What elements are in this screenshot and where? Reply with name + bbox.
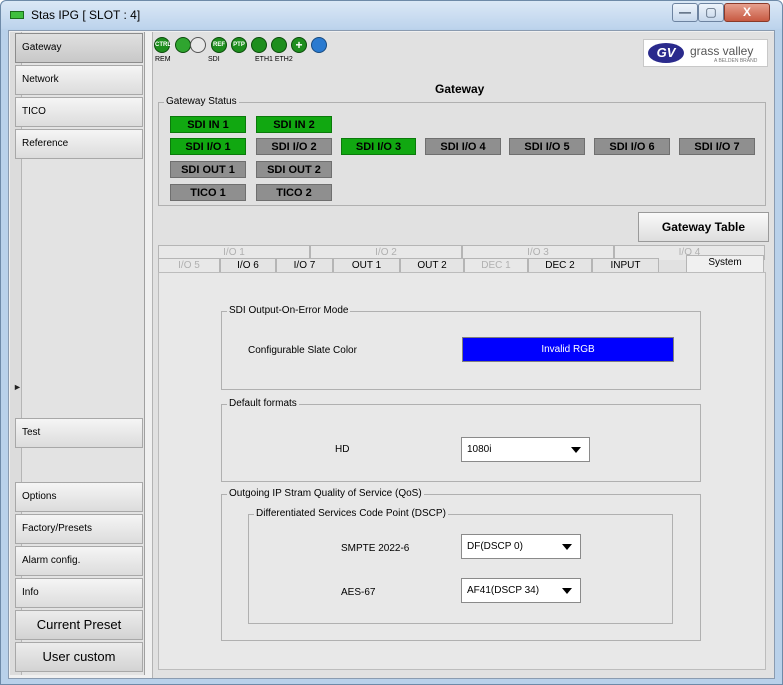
sdi-io-3-indicator: SDI I/O 3: [341, 138, 416, 155]
aes-67-select[interactable]: AF41(DSCP 34): [461, 578, 581, 603]
sdi-label: SDI: [208, 56, 220, 63]
sdi-io-7-indicator: SDI I/O 7: [679, 138, 755, 155]
smpte-2022-6-select[interactable]: DF(DSCP 0): [461, 534, 581, 559]
sdi-in-2-indicator: SDI IN 2: [256, 116, 332, 133]
chevron-down-icon: [562, 544, 572, 550]
dscp-legend: Differentiated Services Code Point (DSCP…: [254, 508, 448, 519]
logo-text: grass valley: [690, 44, 754, 58]
page-title: Gateway: [435, 82, 485, 96]
refresh-icon: [311, 37, 327, 53]
sidebar-item-options[interactable]: Options: [15, 482, 143, 512]
sidebar-item-factory-presets[interactable]: Factory/Presets: [15, 514, 143, 544]
eth1-status-icon: [251, 37, 267, 53]
sidebar-item-network[interactable]: Network: [15, 65, 143, 95]
tab-system[interactable]: System: [686, 255, 764, 273]
minimize-button[interactable]: —: [672, 3, 698, 22]
logo-subtext: A BELDEN BRAND: [714, 58, 758, 64]
tab-out-2[interactable]: OUT 2: [400, 258, 464, 273]
tab-io-6[interactable]: I/O 6: [220, 258, 276, 273]
chevron-down-icon: [571, 447, 581, 453]
gateway-table-button[interactable]: Gateway Table: [638, 212, 769, 242]
sdi-out-1-indicator: SDI OUT 1: [170, 161, 246, 178]
gateway-status-legend: Gateway Status: [164, 96, 239, 107]
close-button[interactable]: X: [724, 3, 770, 22]
smpte-2022-6-value: DF(DSCP 0): [467, 541, 523, 552]
tab-input[interactable]: INPUT: [592, 258, 659, 273]
sdi-io-1-indicator: SDI I/O 1: [170, 138, 246, 155]
tab-dec-2[interactable]: DEC 2: [528, 258, 592, 273]
sidebar-item-info[interactable]: Info: [15, 578, 143, 608]
chevron-down-icon: [562, 588, 572, 594]
sdi-b-status-icon: [190, 37, 206, 53]
window-title: Stas IPG [ SLOT : 4]: [31, 8, 141, 22]
tab-dec-1[interactable]: DEC 1: [464, 258, 528, 273]
sdi-io-2-indicator: SDI I/O 2: [256, 138, 332, 155]
sidebar-item-reference[interactable]: Reference: [15, 129, 143, 159]
slate-color-button[interactable]: Invalid RGB: [462, 337, 674, 362]
ctrl-status-icon: CTRL: [154, 37, 171, 53]
sdi-io-4-indicator: SDI I/O 4: [425, 138, 501, 155]
aes-67-label: AES-67: [341, 587, 376, 598]
hd-format-select[interactable]: 1080i: [461, 437, 590, 462]
sdi-output-on-error-legend: SDI Output-On-Error Mode: [227, 305, 351, 316]
current-preset-label: Current Preset: [15, 610, 143, 640]
eth-label: ETH1 ETH2: [255, 56, 293, 63]
sdi-io-6-indicator: SDI I/O 6: [594, 138, 670, 155]
dscp-group: [248, 514, 673, 624]
eth2-status-icon: [271, 37, 287, 53]
qos-legend: Outgoing IP Stram Quality of Service (Qo…: [227, 488, 424, 499]
sdi-a-status-icon: [175, 37, 191, 53]
aes-67-value: AF41(DSCP 34): [467, 585, 540, 596]
app-icon: [10, 11, 24, 19]
gv-logo-mark: GV: [648, 43, 684, 63]
expand-arrow-icon[interactable]: ►: [13, 382, 22, 392]
sidebar-item-alarm-config[interactable]: Alarm config.: [15, 546, 143, 576]
maximize-button[interactable]: ▢: [698, 3, 724, 22]
sdi-io-5-indicator: SDI I/O 5: [509, 138, 585, 155]
sidebar-item-test[interactable]: Test: [15, 418, 143, 448]
default-formats-legend: Default formats: [227, 398, 299, 409]
tico-1-indicator: TICO 1: [170, 184, 246, 201]
sdi-in-1-indicator: SDI IN 1: [170, 116, 246, 133]
add-icon: +: [291, 37, 307, 53]
tab-io-7[interactable]: I/O 7: [276, 258, 333, 273]
sdi-out-2-indicator: SDI OUT 2: [256, 161, 332, 178]
smpte-2022-6-label: SMPTE 2022-6: [341, 543, 410, 554]
ptp-status-icon: PTP: [231, 37, 247, 53]
grass-valley-logo: GV grass valley A BELDEN BRAND: [643, 39, 768, 67]
hd-label: HD: [335, 444, 350, 455]
title-bar[interactable]: Stas IPG [ SLOT : 4] — ▢ X: [1, 1, 782, 29]
sidebar-item-gateway[interactable]: Gateway: [15, 33, 143, 63]
rem-label: REM: [155, 56, 171, 63]
tab-io-5[interactable]: I/O 5: [158, 258, 220, 273]
user-custom-button[interactable]: User custom: [15, 642, 143, 672]
sidebar-item-tico[interactable]: TICO: [15, 97, 143, 127]
slate-color-label: Configurable Slate Color: [248, 345, 357, 356]
ref-status-icon: REF: [211, 37, 227, 53]
hd-format-value: 1080i: [467, 444, 492, 455]
tab-out-1[interactable]: OUT 1: [333, 258, 400, 273]
tico-2-indicator: TICO 2: [256, 184, 332, 201]
